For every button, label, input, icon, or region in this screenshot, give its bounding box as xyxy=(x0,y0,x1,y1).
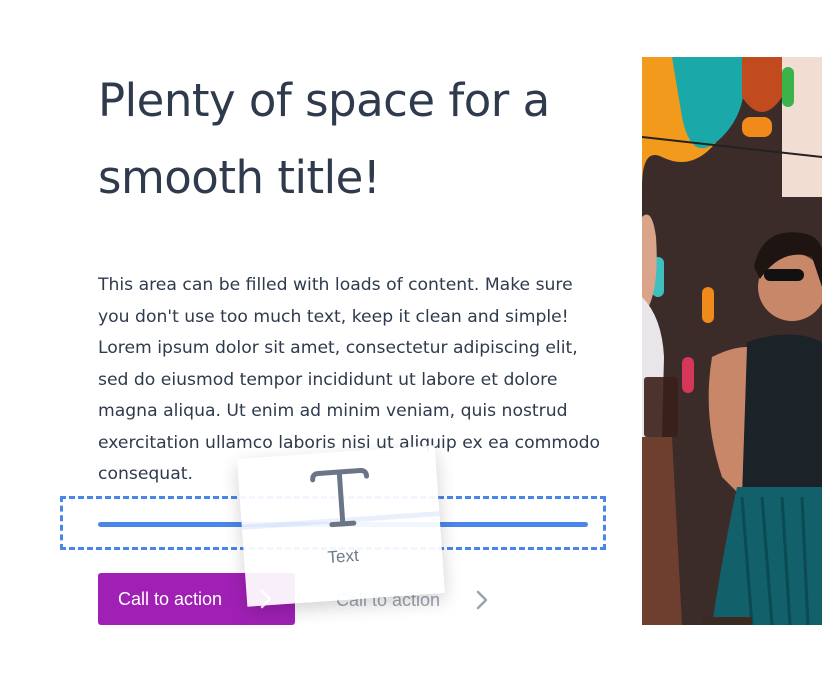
hero-photo xyxy=(642,57,822,625)
text-block-drag-card[interactable]: Text xyxy=(237,445,445,607)
text-icon xyxy=(310,468,370,528)
call-to-action-label: Call to action xyxy=(118,588,223,609)
text-block-label: Text xyxy=(326,545,360,567)
page-title: Plenty of space for a smooth title! xyxy=(98,74,550,204)
chevron-right-icon xyxy=(474,588,490,612)
